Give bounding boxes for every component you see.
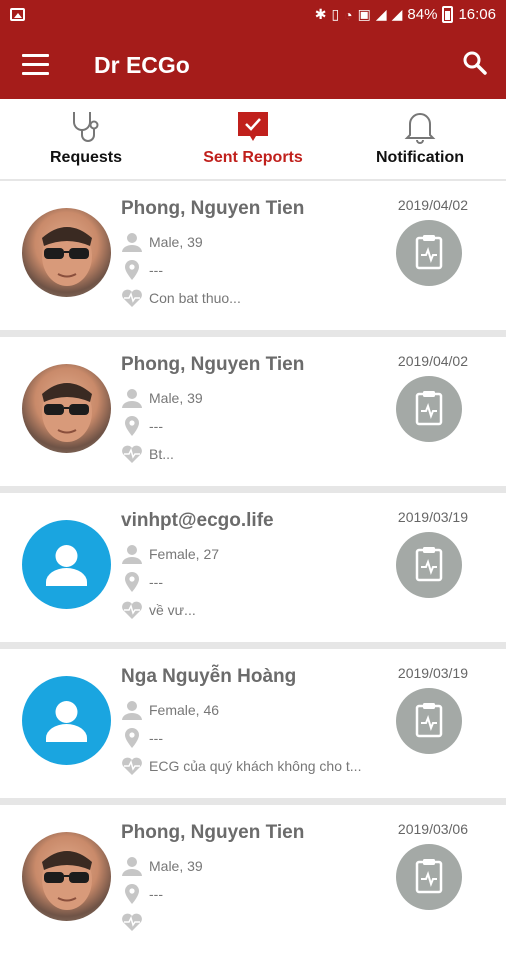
battery-percent: 84% (407, 6, 438, 23)
location-pin-icon (125, 884, 139, 904)
clipboard-ecg-icon (415, 547, 443, 582)
person-icon (122, 233, 142, 252)
diagnosis-note: về vư... (149, 602, 196, 618)
report-date: 2019/03/19 (397, 665, 468, 681)
person-icon (122, 389, 142, 408)
location-row: --- (121, 259, 163, 281)
heart-pulse-icon (122, 601, 142, 619)
clipboard-ecg-icon (415, 391, 443, 426)
status-bar: ✱ ▯ ◔ ▣ ◢ ◢ 84% 16:06 (0, 0, 506, 32)
patient-name: Phong, Nguyen Tien (121, 198, 305, 219)
location-row: --- (121, 571, 163, 593)
view-report-button[interactable] (396, 532, 462, 598)
heart-pulse-icon (122, 289, 142, 307)
diagnosis-row: ECG của quý khách không cho t... (121, 755, 361, 777)
bell-icon (404, 113, 436, 144)
gender-age-row: Male, 39 (121, 855, 203, 877)
location-row: --- (121, 415, 163, 437)
avatar-placeholder-icon (22, 676, 111, 765)
view-report-button[interactable] (396, 376, 462, 442)
view-report-button[interactable] (396, 688, 462, 754)
report-card[interactable]: Nga Nguyễn Hoàng Female, 46 --- ECG của … (0, 649, 506, 798)
heart-pulse-icon (122, 913, 142, 931)
app-title: Dr ECGo (94, 52, 190, 78)
person-icon (122, 545, 142, 564)
tab-requests[interactable]: Requests (2, 99, 170, 179)
wifi-icon: ◔ (344, 6, 353, 23)
gallery-notification-icon (10, 8, 25, 21)
gender-age-row: Male, 39 (121, 387, 203, 409)
diagnosis-note: ECG của quý khách không cho t... (149, 758, 362, 774)
report-card[interactable]: Phong, Nguyen Tien Male, 39 --- Con bat … (0, 181, 506, 330)
avatar-photo (22, 208, 111, 297)
menu-icon[interactable] (22, 54, 49, 76)
gender-age-row: Male, 39 (121, 231, 203, 253)
clipboard-ecg-icon (415, 859, 443, 894)
report-date: 2019/03/19 (397, 509, 468, 525)
diagnosis-row: Con bat thuo... (121, 287, 241, 309)
report-check-icon (238, 112, 268, 141)
location: --- (149, 418, 163, 434)
tab-notification[interactable]: Notification (336, 99, 504, 179)
location-row: --- (121, 727, 163, 749)
location: --- (149, 730, 163, 746)
location-pin-icon (125, 416, 139, 436)
stethoscope-icon (73, 112, 99, 142)
report-date: 2019/04/02 (397, 353, 468, 369)
location-pin-icon (125, 260, 139, 280)
signal-icon-2: ◢ (391, 6, 403, 22)
report-date: 2019/03/06 (397, 821, 468, 837)
report-date: 2019/04/02 (397, 197, 468, 213)
status-icons: ✱ ▯ ◔ ▣ ◢ ◢ 84% 16:06 (315, 6, 496, 23)
tab-label: Notification (376, 149, 464, 166)
bluetooth-icon: ✱ (314, 6, 327, 22)
diagnosis-row: về vư... (121, 599, 196, 621)
clipboard-ecg-icon (415, 703, 443, 738)
patient-name: Phong, Nguyen Tien (121, 354, 305, 375)
patient-name: vinhpt@ecgo.life (121, 510, 274, 531)
clock: 16:06 (458, 6, 496, 23)
report-card[interactable]: vinhpt@ecgo.life Female, 27 --- về vư...… (0, 493, 506, 642)
vibrate-icon: ▯ (331, 6, 340, 22)
clipboard-ecg-icon (415, 235, 443, 270)
person-icon (122, 701, 142, 720)
tab-bar: Requests Sent Reports Notification (0, 99, 506, 179)
battery-icon (442, 6, 454, 23)
tab-label: Sent Reports (203, 149, 303, 166)
gender-age: Male, 39 (149, 234, 203, 250)
location-pin-icon (125, 728, 139, 748)
location: --- (149, 574, 163, 590)
avatar-photo (22, 364, 111, 453)
heart-pulse-icon (122, 445, 142, 463)
view-report-button[interactable] (396, 220, 462, 286)
gender-age: Male, 39 (149, 858, 203, 874)
diagnosis-row (121, 911, 149, 933)
patient-name: Nga Nguyễn Hoàng (121, 666, 297, 687)
diagnosis-note: Bt... (149, 446, 174, 462)
app-bar: Dr ECGo (0, 32, 506, 99)
sim-icon: ▣ (357, 6, 371, 22)
location: --- (149, 262, 163, 278)
report-card[interactable]: Phong, Nguyen Tien Male, 39 --- Bt... 20… (0, 337, 506, 486)
gender-age: Male, 39 (149, 390, 203, 406)
report-card[interactable]: Phong, Nguyen Tien Male, 39 --- 2019/03/… (0, 805, 506, 954)
tab-sent-reports[interactable]: Sent Reports (169, 99, 337, 179)
person-icon (122, 857, 142, 876)
view-report-button[interactable] (396, 844, 462, 910)
tab-label: Requests (49, 149, 123, 166)
heart-pulse-icon (122, 757, 142, 775)
diagnosis-note: Con bat thuo... (149, 290, 241, 306)
search-icon[interactable] (462, 50, 488, 76)
patient-name: Phong, Nguyen Tien (121, 822, 305, 843)
gender-age-row: Female, 46 (121, 699, 219, 721)
diagnosis-row: Bt... (121, 443, 174, 465)
avatar-photo (22, 832, 111, 921)
location-pin-icon (125, 572, 139, 592)
gender-age: Female, 46 (149, 702, 220, 718)
gender-age-row: Female, 27 (121, 543, 219, 565)
location-row: --- (121, 883, 163, 905)
gender-age: Female, 27 (149, 546, 220, 562)
avatar-placeholder-icon (22, 520, 111, 609)
signal-icon: ◢ (375, 6, 387, 22)
